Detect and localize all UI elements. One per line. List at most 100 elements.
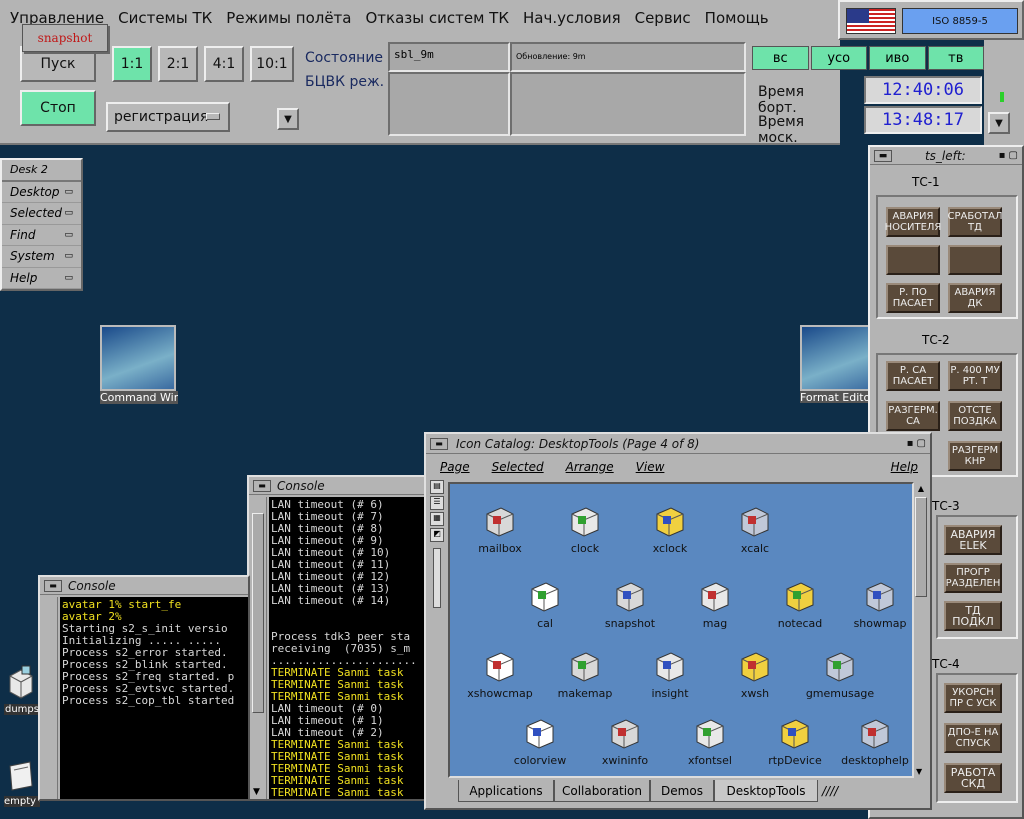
dumps-icon[interactable]: dumps: [4, 664, 40, 720]
ts3-btn-2[interactable]: ПРОГР РАЗДЕЛЕН: [944, 563, 1002, 593]
view-list-icon[interactable]: ☰: [430, 496, 444, 510]
catalog-icon-showmap[interactable]: showmap: [840, 579, 912, 630]
ts1-btn-3[interactable]: [886, 245, 940, 275]
catalog-menu-selected[interactable]: Selected: [492, 460, 544, 474]
catalog-icon-rtpdevice[interactable]: rtpDevice: [755, 716, 835, 767]
ts3-btn-1[interactable]: АВАРИЯ ELEK: [944, 525, 1002, 555]
window-menu-icon[interactable]: ▬: [430, 437, 448, 450]
catalog-icon-cal[interactable]: cal: [505, 579, 585, 630]
window-menu-icon[interactable]: ▬: [44, 579, 62, 592]
catalog-menu-page[interactable]: Page: [440, 460, 470, 474]
us-flag-icon[interactable]: [846, 8, 896, 34]
ts4-btn-3[interactable]: РАБОТА СКД: [944, 763, 1002, 793]
empty-icon[interactable]: empty c: [4, 756, 40, 812]
console-2-scrollbar[interactable]: [42, 597, 58, 799]
view-icons-icon[interactable]: ▤: [430, 480, 444, 494]
desk-item-selected[interactable]: Selected ▭: [2, 203, 81, 225]
ts1-btn-5[interactable]: Р. ПО ПАСАЕТ: [886, 283, 940, 313]
catalog-scrollbar[interactable]: ▲ ▼: [914, 482, 928, 778]
desk-item-find[interactable]: Find ▭: [2, 225, 81, 246]
catalog-icon-makemap[interactable]: makemap: [545, 649, 625, 700]
scroll-down-icon[interactable]: ▼: [916, 767, 922, 776]
ts4-btn-1[interactable]: УКОРСН ПР С УСК: [944, 683, 1002, 713]
catalog-icon-mag[interactable]: mag: [675, 579, 755, 630]
ts2-btn-3[interactable]: РАЗГЕРМ. СА: [886, 401, 940, 431]
console-2-output[interactable]: avatar 1% start_fe avatar 2% Starting s2_s…: [60, 597, 248, 799]
ts1-btn-2[interactable]: СРАБОТАЛ ТД: [947, 207, 1003, 237]
catalog-icon-mailbox[interactable]: mailbox: [460, 504, 540, 555]
minimize-maximize-icon[interactable]: ▪ ▢: [907, 438, 926, 449]
scrollbar-thumb[interactable]: [252, 513, 264, 713]
window-menu-icon[interactable]: ▬: [253, 479, 271, 492]
view-other-icon[interactable]: ◩: [430, 528, 444, 542]
state-field-2: Обновление: 9m: [510, 42, 746, 72]
menu-servis[interactable]: Сервис: [635, 9, 691, 27]
catalog-menu-arrange[interactable]: Arrange: [566, 460, 614, 474]
speed-4-1-button[interactable]: 4:1: [204, 46, 244, 82]
catalog-icon-label: showmap: [853, 617, 907, 630]
encoding-indicator[interactable]: ISO 8859-5: [902, 8, 1018, 34]
catalog-icon-label: xwsh: [740, 687, 770, 700]
catalog-icon-colorview[interactable]: colorview: [500, 716, 580, 767]
scroll-up-icon[interactable]: ▲: [914, 484, 928, 493]
catalog-icon-xwsh[interactable]: xwsh: [715, 649, 795, 700]
scroll-down-button[interactable]: ▼: [277, 108, 299, 130]
catalog-icon-gmemusage[interactable]: gmemusage: [800, 649, 880, 700]
ts1-btn-1[interactable]: АВАРИЯ НОСИТЕЛЯ: [885, 207, 941, 237]
console-1-output[interactable]: LAN timeout (# 6) LAN timeout (# 7) LAN ti…: [269, 497, 427, 799]
scroll-down-icon[interactable]: ▼: [253, 787, 260, 797]
view-detail-icon[interactable]: ▦: [430, 512, 444, 526]
ts4-btn-2[interactable]: ДПО-Е НА СПУСК: [944, 723, 1002, 753]
mode-select[interactable]: регистрация: [106, 102, 230, 132]
window-menu-icon[interactable]: ▬: [874, 149, 892, 162]
minimize-icon[interactable]: ▪ ▢: [999, 150, 1018, 161]
catalog-icon-desktophelp[interactable]: desktophelp: [835, 716, 912, 767]
console-1-scrollbar[interactable]: ▼: [251, 497, 267, 799]
menu-pomosh[interactable]: Помощь: [705, 9, 769, 27]
menu-sistemy[interactable]: Системы ТК: [118, 9, 212, 27]
scrollbar-thumb[interactable]: [915, 497, 927, 597]
panel-scroll-button[interactable]: ▼: [988, 112, 1010, 134]
tab-applications[interactable]: Applications: [458, 780, 554, 802]
snapshot-tooltip[interactable]: snapshot: [22, 24, 108, 52]
catalog-icon-xclock[interactable]: xclock: [630, 504, 710, 555]
catalog-icon-snapshot[interactable]: snapshot: [590, 579, 670, 630]
tab-collaboration[interactable]: Collaboration: [554, 780, 650, 802]
more-tabs-icon[interactable]: ////: [822, 784, 838, 798]
console-1-titlebar[interactable]: ▬ Console: [249, 477, 427, 495]
ts1-btn-6[interactable]: АВАРИЯ ДК: [948, 283, 1002, 313]
catalog-icon-clock[interactable]: clock: [545, 504, 625, 555]
catalog-icon-xshowcmap[interactable]: xshowcmap: [460, 649, 540, 700]
catalog-icon-xcalc[interactable]: xcalc: [715, 504, 795, 555]
tab-demos[interactable]: Demos: [650, 780, 714, 802]
command-win-icon[interactable]: Command Win: [100, 325, 178, 404]
catalog-icon-xwininfo[interactable]: xwininfo: [585, 716, 665, 767]
menu-nach-usloviya[interactable]: Нач.условия: [523, 9, 621, 27]
icon-catalog-titlebar[interactable]: ▬ Icon Catalog: DesktopTools (Page 4 of …: [426, 434, 930, 454]
speed-2-1-button[interactable]: 2:1: [158, 46, 198, 82]
console-2-titlebar[interactable]: ▬ Console: [40, 577, 248, 595]
catalog-menu-help[interactable]: Help: [891, 460, 918, 474]
ts-left-titlebar[interactable]: ▬ ts_left: ▪ ▢: [870, 147, 1022, 165]
desk-item-help[interactable]: Help ▭: [2, 268, 81, 289]
desk-item-desktop[interactable]: Desktop ▭: [2, 182, 81, 203]
menu-otkazy[interactable]: Отказы систем ТК: [366, 9, 510, 27]
ts2-btn-5[interactable]: РАЗГЕРМ КНР: [948, 441, 1002, 471]
stop-button[interactable]: Стоп: [20, 90, 96, 126]
catalog-icon-insight[interactable]: insight: [630, 649, 710, 700]
ts1-btn-4[interactable]: [948, 245, 1002, 275]
menu-rezhimy[interactable]: Режимы полёта: [226, 9, 351, 27]
speed-1-1-button[interactable]: 1:1: [112, 46, 152, 82]
ts2-btn-2[interactable]: Р. 400 МУ РТ. Т: [948, 361, 1002, 391]
tab-desktoptools[interactable]: DesktopTools: [714, 780, 818, 802]
catalog-icon-xfontsel[interactable]: xfontsel: [670, 716, 750, 767]
catalog-menu-view[interactable]: View: [636, 460, 665, 474]
catalog-icon-notecad[interactable]: notecad: [760, 579, 840, 630]
ts2-btn-4[interactable]: ОТСТЕ ПОЗДКА: [948, 401, 1002, 431]
ts3-btn-3[interactable]: ТД ПОДКЛ: [944, 601, 1002, 631]
zoom-slider[interactable]: [433, 548, 441, 608]
ts2-btn-1[interactable]: Р. СА ПАСАЕТ: [886, 361, 940, 391]
desk-item-system[interactable]: System ▭: [2, 246, 81, 268]
format-editor-icon[interactable]: Format Edito: [800, 325, 868, 403]
speed-10-1-button[interactable]: 10:1: [250, 46, 294, 82]
